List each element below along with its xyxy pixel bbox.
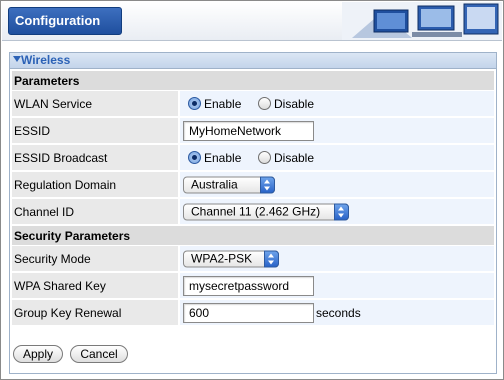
broadcast-enable-radio[interactable]: Enable — [188, 151, 241, 165]
window-frame: Configuration Wireless Parameters WLAN S — [0, 0, 504, 380]
wlan-disable-label: Disable — [274, 96, 315, 111]
row-regulation-domain: Regulation Domain Australia — [12, 172, 494, 198]
apply-button[interactable]: Apply — [13, 345, 63, 363]
group-key-unit: seconds — [316, 305, 361, 320]
wpa-key-input[interactable]: mysecretpassword — [183, 275, 314, 296]
wlan-enable-radio[interactable]: Enable — [188, 97, 241, 111]
row-security-mode: Security Mode WPA2-PSK — [12, 246, 494, 272]
essid-broadcast-label: ESSID Broadcast — [14, 150, 108, 165]
security-heading-label: Security Parameters — [14, 229, 131, 243]
security-mode-select[interactable]: WPA2-PSK — [183, 250, 279, 267]
channel-id-value: Channel 11 (2.462 GHz) — [191, 204, 321, 218]
security-heading: Security Parameters — [12, 226, 494, 245]
wlan-disable-radio[interactable]: Disable — [258, 97, 314, 111]
row-wpa-key: WPA Shared Key mysecretpassword — [12, 273, 494, 299]
row-essid-broadcast: ESSID Broadcast Enable Disable — [12, 145, 494, 171]
select-arrows-icon[interactable] — [260, 176, 275, 193]
security-mode-value: WPA2-PSK — [191, 251, 253, 265]
broadcast-disable-label: Disable — [274, 150, 315, 165]
broadcast-enable-label: Enable — [204, 150, 242, 165]
radio-unselected-icon[interactable] — [258, 151, 271, 164]
channel-id-select[interactable]: Channel 11 (2.462 GHz) — [183, 203, 349, 220]
regulation-domain-value: Australia — [191, 177, 238, 191]
row-channel-id: Channel ID Channel 11 (2.462 GHz) — [12, 199, 494, 225]
broadcast-disable-radio[interactable]: Disable — [258, 151, 314, 165]
wlan-enable-label: Enable — [204, 96, 242, 111]
select-arrows-icon[interactable] — [264, 250, 279, 267]
select-arrows-icon[interactable] — [334, 203, 349, 220]
title-badge: Configuration — [8, 7, 122, 35]
radio-unselected-icon[interactable] — [258, 97, 271, 110]
wpa-key-label: WPA Shared Key — [14, 278, 106, 293]
essid-input[interactable]: MyHomeNetwork — [183, 120, 314, 141]
parameters-heading: Parameters — [12, 71, 494, 90]
group-key-input[interactable]: 600 — [183, 302, 314, 323]
row-essid: ESSID MyHomeNetwork — [12, 118, 494, 144]
section-title: Wireless — [21, 53, 71, 67]
wlan-service-label: WLAN Service — [14, 96, 93, 111]
regulation-domain-label: Regulation Domain — [14, 177, 117, 192]
essid-label: ESSID — [14, 123, 51, 138]
header-bar: Configuration — [2, 2, 502, 41]
page-title: Configuration — [15, 13, 101, 28]
row-group-key-renewal: Group Key Renewal 600 seconds — [12, 300, 494, 326]
group-key-label: Group Key Renewal — [14, 305, 122, 320]
radio-selected-icon[interactable] — [188, 97, 201, 110]
parameters-heading-label: Parameters — [14, 74, 80, 88]
section-header[interactable]: Wireless — [10, 53, 496, 69]
cancel-button[interactable]: Cancel — [70, 345, 128, 363]
security-mode-label: Security Mode — [14, 251, 91, 266]
radio-selected-icon[interactable] — [188, 151, 201, 164]
channel-id-label: Channel ID — [14, 204, 75, 219]
wireless-panel: Wireless Parameters WLAN Service Enable … — [9, 52, 497, 374]
row-wlan-service: WLAN Service Enable Disable — [12, 91, 494, 117]
regulation-domain-select[interactable]: Australia — [183, 176, 275, 193]
collapse-arrow-icon[interactable] — [13, 56, 21, 62]
computers-banner-icon — [342, 2, 502, 40]
